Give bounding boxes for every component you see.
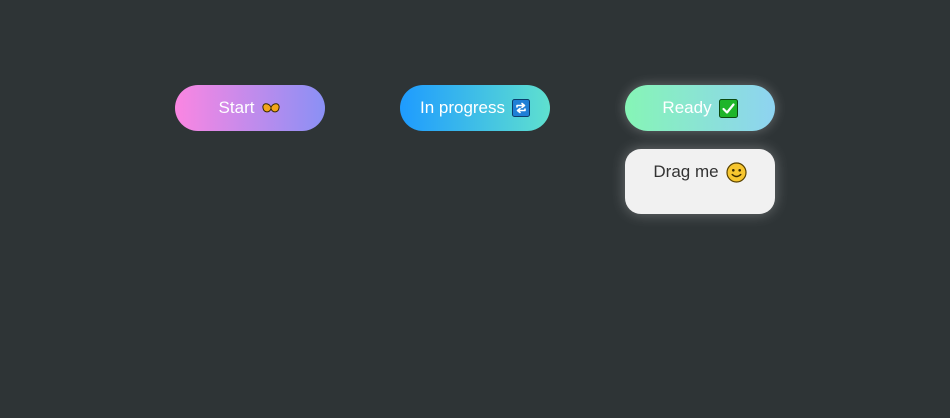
drag-card-label: Drag me xyxy=(653,162,719,181)
ready-dropzone-button[interactable]: Ready xyxy=(625,85,775,131)
draggable-card[interactable]: Drag me xyxy=(625,149,775,214)
repeat-icon xyxy=(512,99,531,117)
start-dropzone-button[interactable]: Start xyxy=(175,85,325,131)
check-mark-icon xyxy=(718,98,738,118)
in-progress-label: In progress xyxy=(419,98,506,117)
start-label: Start xyxy=(218,98,255,117)
drag-drop-stage: Start In progress Ready Drag me xyxy=(0,0,950,418)
wings-icon xyxy=(261,101,281,115)
smiley-icon xyxy=(725,162,747,183)
ready-label: Ready xyxy=(662,98,712,117)
in-progress-dropzone-button[interactable]: In progress xyxy=(400,85,550,131)
